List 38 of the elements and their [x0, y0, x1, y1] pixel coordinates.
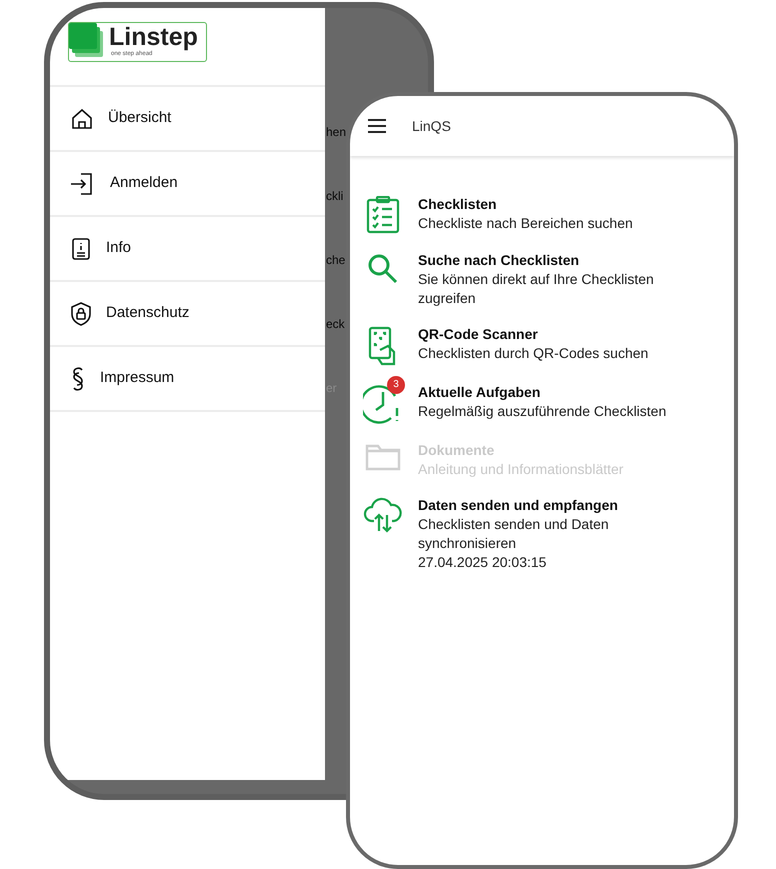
sync-timestamp: 27.04.2025 20:03:15	[418, 553, 548, 572]
menu-item[interactable]: QR-Code Scanner Checklisten durch QR-Codes suchen	[350, 316, 734, 366]
menu-item[interactable]: Daten senden und empfangen Checklisten senden und Daten synchronisieren 27.04.2025 20:03:15	[350, 487, 734, 572]
home-icon	[70, 106, 94, 130]
item-description: Sie können direkt auf Ihre Checklisten zugreifen	[418, 270, 655, 308]
item-description: Checkliste nach Bereichen suchen	[418, 214, 634, 233]
drawer-item[interactable]: Datenschutz	[50, 282, 325, 347]
document-icon	[70, 236, 92, 260]
item-title: QR-Code Scanner	[418, 325, 539, 344]
item-title: Daten senden und empfangen	[418, 496, 619, 515]
logo-name: Linstep	[109, 23, 198, 51]
item-description: Checklisten durch QR-Codes suchen	[418, 344, 650, 363]
shield-lock-icon	[70, 302, 92, 326]
folder-icon	[365, 442, 401, 472]
app-title: LinQS	[412, 116, 451, 136]
dimmed-text: che	[326, 252, 346, 269]
drawer-item[interactable]: Info	[50, 217, 325, 282]
search-icon	[366, 252, 400, 286]
dimmed-text: hen	[326, 124, 346, 141]
dimmed-text: eck	[326, 316, 345, 333]
menu-item[interactable]: Checklisten Checkliste nach Bereichen suchen	[350, 186, 734, 234]
item-description: Regelmäßig auszuführende Checklisten	[418, 402, 668, 421]
count-badge: 3	[387, 376, 405, 394]
drawer-item[interactable]: Anmelden	[50, 152, 325, 217]
menu-item[interactable]: Suche nach Checklisten Sie können direkt auf Ihre Checklisten zugreifen	[350, 242, 734, 308]
dimmed-text: ckli	[326, 188, 344, 205]
menu-item[interactable]: 3 Aktuelle Aufgaben Regelmäßig auszuführende Checklisten	[350, 374, 734, 424]
drawer-item[interactable]: Übersicht	[50, 87, 325, 152]
item-title: Checklisten	[418, 195, 498, 214]
clipboard-checklist-icon	[366, 196, 400, 234]
paragraph-icon	[70, 366, 86, 392]
menu-icon[interactable]	[368, 119, 386, 133]
item-title: Suche nach Checklisten	[418, 251, 580, 270]
item-title: Aktuelle Aufgaben	[418, 383, 542, 402]
item-description: Checklisten senden und Daten synchronisieren	[418, 515, 610, 553]
drawer-item[interactable]: Impressum	[50, 347, 325, 412]
cloud-sync-icon	[363, 497, 403, 533]
logo-icon	[69, 23, 105, 59]
